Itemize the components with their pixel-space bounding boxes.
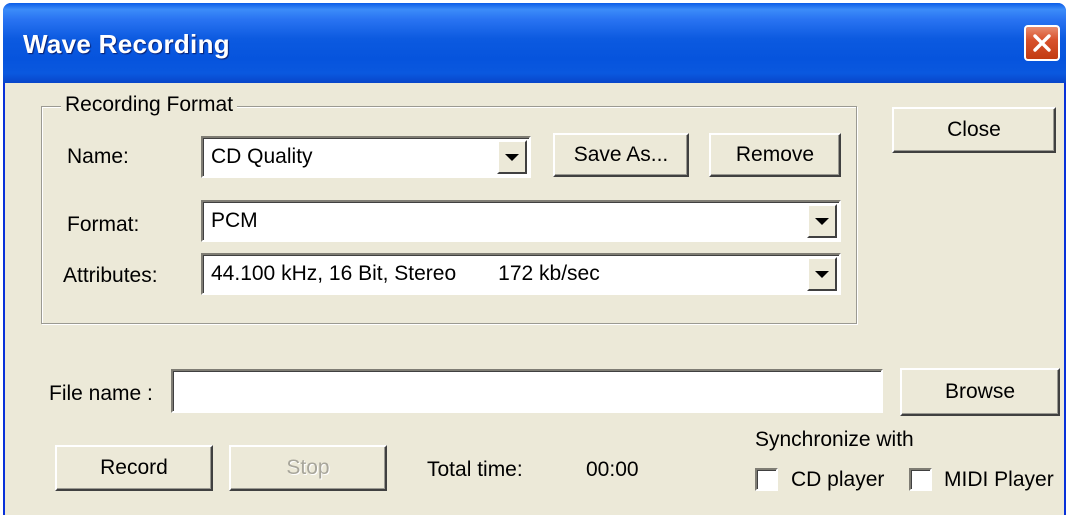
name-value: CD Quality <box>211 145 313 168</box>
format-value: PCM <box>211 209 258 232</box>
chevron-down-icon <box>815 217 829 225</box>
attributes-label: Attributes: <box>63 264 158 287</box>
close-x-icon <box>1033 34 1051 52</box>
file-name-input[interactable] <box>171 369 883 413</box>
name-label: Name: <box>67 145 129 168</box>
total-time-value: 00:00 <box>586 458 639 481</box>
format-label: Format: <box>67 213 140 236</box>
wave-recording-dialog: Wave Recording Recording Format Name: CD… <box>3 3 1066 515</box>
attributes-rate: 172 kb/sec <box>498 262 600 285</box>
file-name-label: File name : <box>49 382 153 405</box>
total-time-label: Total time: <box>427 458 523 481</box>
format-dropdown-button[interactable] <box>807 204 837 238</box>
title-bar[interactable]: Wave Recording <box>3 3 1066 83</box>
chevron-down-icon <box>815 270 829 278</box>
recording-format-label: Recording Format <box>61 93 238 117</box>
remove-button[interactable]: Remove <box>709 133 841 177</box>
stop-button[interactable]: Stop <box>229 445 387 491</box>
save-as-button[interactable]: Save As... <box>553 133 689 177</box>
chevron-down-icon <box>505 153 519 161</box>
cd-player-checkbox[interactable] <box>755 468 778 491</box>
attributes-text: 44.100 kHz, 16 Bit, Stereo 172 kb/sec <box>211 262 600 286</box>
title-close-button[interactable] <box>1024 25 1060 61</box>
dialog-body: Recording Format Name: CD Quality Save A… <box>5 83 1064 515</box>
attributes-dropdown-button[interactable] <box>807 257 837 291</box>
window-title: Wave Recording <box>23 29 230 59</box>
name-dropdown-button[interactable] <box>497 140 527 174</box>
attributes-dropdown[interactable]: 44.100 kHz, 16 Bit, Stereo 172 kb/sec <box>201 253 841 295</box>
synchronize-with-label: Synchronize with <box>755 428 914 451</box>
midi-player-checkbox[interactable] <box>909 468 932 491</box>
record-button[interactable]: Record <box>55 445 213 491</box>
close-button[interactable]: Close <box>892 107 1056 153</box>
name-dropdown[interactable]: CD Quality <box>201 136 531 178</box>
midi-player-label[interactable]: MIDI Player <box>944 468 1054 492</box>
browse-button[interactable]: Browse <box>900 368 1060 416</box>
attributes-value: 44.100 kHz, 16 Bit, Stereo <box>211 262 457 285</box>
format-dropdown[interactable]: PCM <box>201 200 841 242</box>
cd-player-label[interactable]: CD player <box>791 468 884 492</box>
